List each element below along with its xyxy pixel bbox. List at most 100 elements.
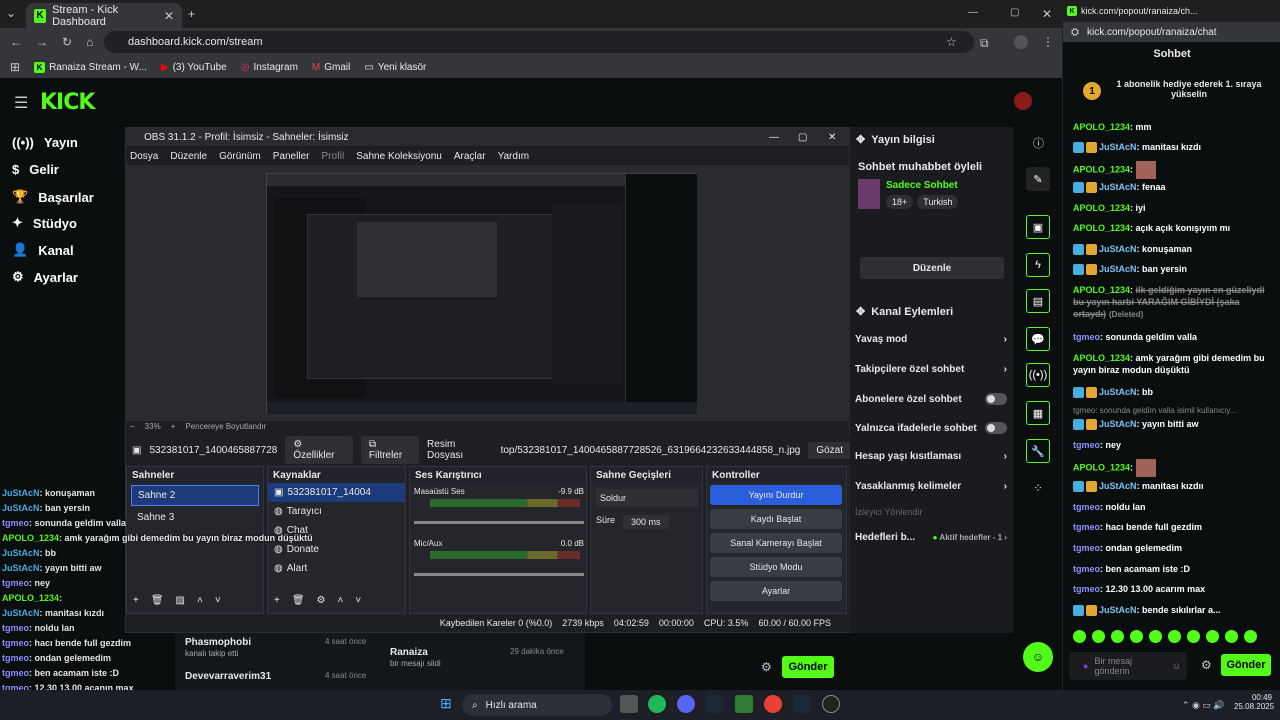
popout-url[interactable]: kick.com/popout/ranaiza/chat <box>1087 27 1217 38</box>
zoom-out-icon[interactable]: − <box>130 422 135 431</box>
back-icon[interactable]: ← <box>10 35 22 49</box>
chat-message[interactable]: JuStAcN: manitası kızdı <box>1073 141 1273 154</box>
chat-message[interactable]: APOLO_1234: <box>1073 161 1273 179</box>
chat-username[interactable]: APOLO_1234 <box>1073 223 1130 233</box>
chat-message[interactable]: APOLO_1234: açık açık konışıyım mı <box>1073 222 1273 234</box>
chat-input[interactable]: ● Bir mesaj gönderin ☺ <box>1069 652 1187 680</box>
menu-duzenle[interactable]: Düzenle <box>170 151 207 162</box>
chat-username[interactable]: tgmeo <box>1073 543 1100 553</box>
profile-avatar[interactable] <box>1014 35 1028 49</box>
taskbar-search[interactable]: ⌕ Hızlı arama <box>462 694 612 716</box>
emote-icon[interactable] <box>1244 630 1257 643</box>
emote-icon[interactable] <box>1092 630 1105 643</box>
bookmark-folder[interactable]: ▭ Yeni klasör <box>364 62 426 73</box>
chat-message[interactable]: JuStAcN: bb <box>1073 386 1273 399</box>
trash-icon[interactable]: 🗑 <box>292 595 305 606</box>
chrome-icon[interactable] <box>764 695 782 713</box>
studio-mode-button[interactable]: Stüdyo Modu <box>710 557 842 577</box>
menu-profil[interactable]: Profil <box>321 151 344 162</box>
emote-icon[interactable] <box>1130 630 1143 643</box>
chat-message[interactable]: tgmeo: sonunda geldim valla <box>1073 331 1273 343</box>
start-recording-button[interactable]: Kaydı Başlat <box>710 509 842 529</box>
emote-icon[interactable] <box>1225 630 1238 643</box>
address-bar[interactable]: dashboard.kick.com/stream ☆ <box>104 31 974 53</box>
chat-username[interactable]: APOLO_1234 <box>1073 353 1130 363</box>
tool-icon[interactable]: 🔧 <box>1026 439 1050 463</box>
extensions-icon[interactable]: ⧉ <box>980 36 989 51</box>
bookmark-star-icon[interactable]: ☆ <box>946 35 957 49</box>
obs-icon[interactable] <box>822 695 840 713</box>
home-icon[interactable]: ⌂ <box>86 35 93 49</box>
menu-paneller[interactable]: Paneller <box>273 151 310 162</box>
kick-logo[interactable]: KICK <box>40 90 95 115</box>
action-subs-only[interactable]: Abonelere özel sohbet <box>855 393 1007 405</box>
stop-stream-button[interactable]: Yayını Durdur <box>710 485 842 505</box>
settings-button[interactable]: Ayarlar <box>710 581 842 601</box>
category-name[interactable]: Sadece Sohbet <box>886 180 958 191</box>
volume-slider[interactable] <box>414 573 584 576</box>
nav-studyo[interactable]: ✦ Stüdyo <box>12 215 77 231</box>
tab-search-icon[interactable]: ⌄ <box>6 6 16 20</box>
grid-icon[interactable]: ⁘ <box>1033 481 1043 495</box>
obs-close-icon[interactable]: ✕ <box>828 132 836 143</box>
hamburger-icon[interactable]: ☰ <box>14 93 28 113</box>
capture-icon[interactable]: ▣ <box>1026 215 1050 239</box>
emotes-toggle[interactable] <box>985 422 1007 434</box>
chat-username[interactable]: tgmeo <box>1073 502 1100 512</box>
obs-preview[interactable] <box>126 165 851 421</box>
discord-icon[interactable] <box>677 695 695 713</box>
reload-icon[interactable]: ↻ <box>62 35 72 49</box>
subs-toggle[interactable] <box>985 393 1007 405</box>
bookmark-gmail[interactable]: M Gmail <box>312 62 350 73</box>
close-window-icon[interactable]: ✕ <box>1042 7 1052 21</box>
bookmark-ranaiza[interactable]: K Ranaiza Stream - W... <box>34 61 147 73</box>
chat-message[interactable]: APOLO_1234: iyi <box>1073 202 1273 214</box>
menu-dosya[interactable]: Dosya <box>130 151 158 162</box>
edit-button[interactable]: Düzenle <box>860 257 1004 279</box>
action-followers-only[interactable]: Takipçilere özel sohbet › <box>855 364 1007 375</box>
nav-gelir[interactable]: $ Gelir <box>12 162 59 177</box>
browse-button[interactable]: Gözat <box>808 441 852 459</box>
up-icon[interactable]: ˄ <box>338 595 344 606</box>
chat-username[interactable]: tgmeo <box>1073 584 1100 594</box>
chat-username[interactable]: JuStAcN <box>1099 387 1137 397</box>
chat-username[interactable]: JuStAcN <box>1099 142 1137 152</box>
obs-maximize-icon[interactable]: ▢ <box>798 132 807 143</box>
action-account-age[interactable]: Hesap yaşı kısıtlaması › <box>855 451 1007 462</box>
bookmark-youtube[interactable]: ▶ (3) YouTube <box>161 62 227 73</box>
tray-icons[interactable]: ⌃ ◉ ▭ 🔊 <box>1182 700 1225 711</box>
chat-username[interactable]: APOLO_1234 <box>1073 203 1130 213</box>
chat-username[interactable]: tgmeo <box>1073 332 1100 342</box>
send-button[interactable]: Gönder <box>782 656 834 678</box>
nav-basarilar[interactable]: 🏆 Başarılar <box>12 189 94 205</box>
virtual-camera-button[interactable]: Sanal Kamerayı Başlat <box>710 533 842 553</box>
explorer-icon[interactable] <box>620 695 638 713</box>
chat-message[interactable]: tgmeo: hacı bende full gezdim <box>1073 521 1273 533</box>
chat-message[interactable]: JuStAcN: fenaa <box>1073 181 1273 194</box>
tab-kick-dashboard[interactable]: K Stream - Kick Dashboard ✕ <box>26 3 182 28</box>
chat-username[interactable]: APOLO_1234 <box>1073 285 1130 295</box>
menu-icon[interactable]: ⋮ <box>1042 35 1054 49</box>
chat-message[interactable]: APOLO_1234: ilk geldiğim yayın en güzeli… <box>1073 284 1273 321</box>
emote-icon[interactable] <box>1073 630 1086 643</box>
chat-message[interactable]: tgmeo: 12.30 13.00 acarım max <box>1073 583 1273 595</box>
support-icon[interactable]: ☺ <box>1023 642 1053 672</box>
xbox-icon[interactable] <box>735 695 753 713</box>
pinned-message[interactable]: 1 abonelik hediye ederek 1. sıraya yükse… <box>1109 79 1269 99</box>
chat-username[interactable]: JuStAcN <box>1099 182 1137 192</box>
chat-message[interactable]: tgmeo: noldu lan <box>1073 501 1273 513</box>
duration-input[interactable]: 300 ms <box>623 515 669 529</box>
down-icon[interactable]: ˅ <box>355 595 361 606</box>
apps-icon[interactable]: ⊞ <box>10 60 20 74</box>
user-avatar[interactable] <box>1014 92 1032 110</box>
menu-gorunum[interactable]: Görünüm <box>219 151 261 162</box>
close-tab-icon[interactable]: ✕ <box>164 9 174 23</box>
chat-message[interactable]: tgmeo: ney <box>1073 439 1273 451</box>
nav-ayarlar[interactable]: ⚙ Ayarlar <box>12 269 78 285</box>
site-info-icon[interactable]: ⛭ <box>1071 27 1079 38</box>
chat-settings-icon[interactable]: ⚙ <box>1201 658 1212 672</box>
fit-to-window[interactable]: Pencereye Boyutlandır <box>185 422 266 431</box>
layout-icon[interactable]: ▦ <box>1026 401 1050 425</box>
chat-username[interactable]: APOLO_1234 <box>1073 122 1130 132</box>
menu-sahne-koleksiyonu[interactable]: Sahne Koleksiyonu <box>356 151 442 162</box>
